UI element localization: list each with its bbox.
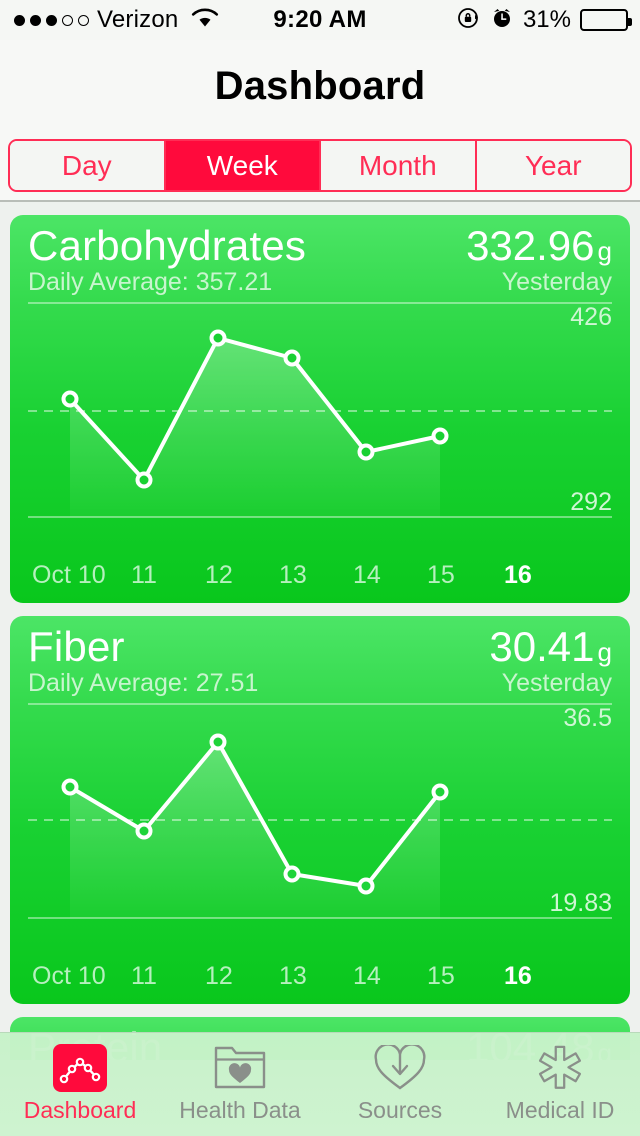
dashboard-scroll-view[interactable]: Carbohydrates 332.96 g Daily Average: 357… [0,202,640,1060]
x-label-1: 11 [131,961,157,990]
x-label-6: 16 [504,560,532,589]
card-unit: g [597,236,612,266]
app-screen: Verizon 9:20 AM 31% Dashboard Day Week M… [0,0,640,1136]
card-daily-average: Daily Average: 27.51 [28,669,259,697]
status-bar-right: 31% [457,6,632,35]
chart-y-min-label: 292 [570,488,612,516]
tab-dashboard[interactable]: Dashboard [0,1033,160,1136]
card-header: Carbohydrates 332.96 g Daily Average: 357… [10,215,630,301]
page-title: Dashboard [214,63,426,108]
card-timeframe: Yesterday [501,268,612,296]
card-unit: g [597,637,612,667]
tab-label: Dashboard [23,1097,137,1123]
folder-heart-icon [211,1044,269,1092]
x-label-0: Oct 10 [32,560,106,589]
chart-svg [28,302,612,518]
status-bar: Verizon 9:20 AM 31% [0,0,640,40]
x-label-4: 14 [353,961,381,990]
segment-day[interactable]: Day [10,141,166,190]
x-label-5: 15 [427,560,455,589]
time-range-segmented-control[interactable]: Day Week Month Year [8,139,632,192]
heart-download-icon [371,1044,429,1092]
card-value: 30.41 [489,623,595,670]
battery-percent-label: 31% [522,6,571,33]
tab-sources[interactable]: Sources [320,1033,480,1136]
x-label-2: 12 [205,560,233,589]
navigation-bar: Dashboard [0,40,640,132]
chart-y-min-label: 19.83 [549,889,612,917]
x-label-6: 16 [504,961,532,990]
segment-year[interactable]: Year [476,141,630,190]
chart-y-max-label: 36.5 [563,704,612,732]
chart-fiber: 36.5 19.83 [28,702,612,948]
tab-medical-id[interactable]: Medical ID [480,1033,640,1136]
card-header: Fiber 30.41 g Daily Average: 27.51 Yester… [10,616,630,702]
x-label-5: 15 [427,961,455,990]
rotation-lock-icon [457,6,481,35]
x-label-2: 12 [205,961,233,990]
card-carbohydrates[interactable]: Carbohydrates 332.96 g Daily Average: 357… [10,215,630,603]
x-label-0: Oct 10 [32,961,106,990]
segment-month[interactable]: Month [321,141,477,190]
card-daily-average: Daily Average: 357.21 [28,268,273,296]
x-label-4: 14 [353,560,381,589]
card-value: 332.96 [466,222,595,269]
segment-week[interactable]: Week [165,141,321,190]
tab-label: Medical ID [505,1097,615,1123]
tab-label: Health Data [179,1097,301,1123]
card-fiber[interactable]: Fiber 30.41 g Daily Average: 27.51 Yester… [10,616,630,1004]
dashboard-chart-icon [51,1044,109,1092]
battery-icon [580,9,632,31]
card-title: Carbohydrates [28,222,307,269]
x-label-3: 13 [279,961,307,990]
chart-svg [28,703,612,919]
card-title: Fiber [28,623,125,670]
chart-x-axis: Oct 10 11 12 13 14 15 16 [28,547,612,603]
tab-health-data[interactable]: Health Data [160,1033,320,1136]
chart-x-axis: Oct 10 11 12 13 14 15 16 [28,948,612,1004]
alarm-clock-icon [490,6,514,35]
x-label-1: 11 [131,560,157,589]
chart-carbohydrates: 426 292 [28,301,612,547]
card-timeframe: Yesterday [501,669,612,697]
time-range-segmented-control-container: Day Week Month Year [0,132,640,200]
x-label-3: 13 [279,560,307,589]
tab-label: Sources [357,1097,443,1123]
tab-bar: Dashboard Health Data Sources Medical ID [0,1032,640,1136]
chart-y-max-label: 426 [570,303,612,331]
star-of-life-icon [531,1044,589,1092]
